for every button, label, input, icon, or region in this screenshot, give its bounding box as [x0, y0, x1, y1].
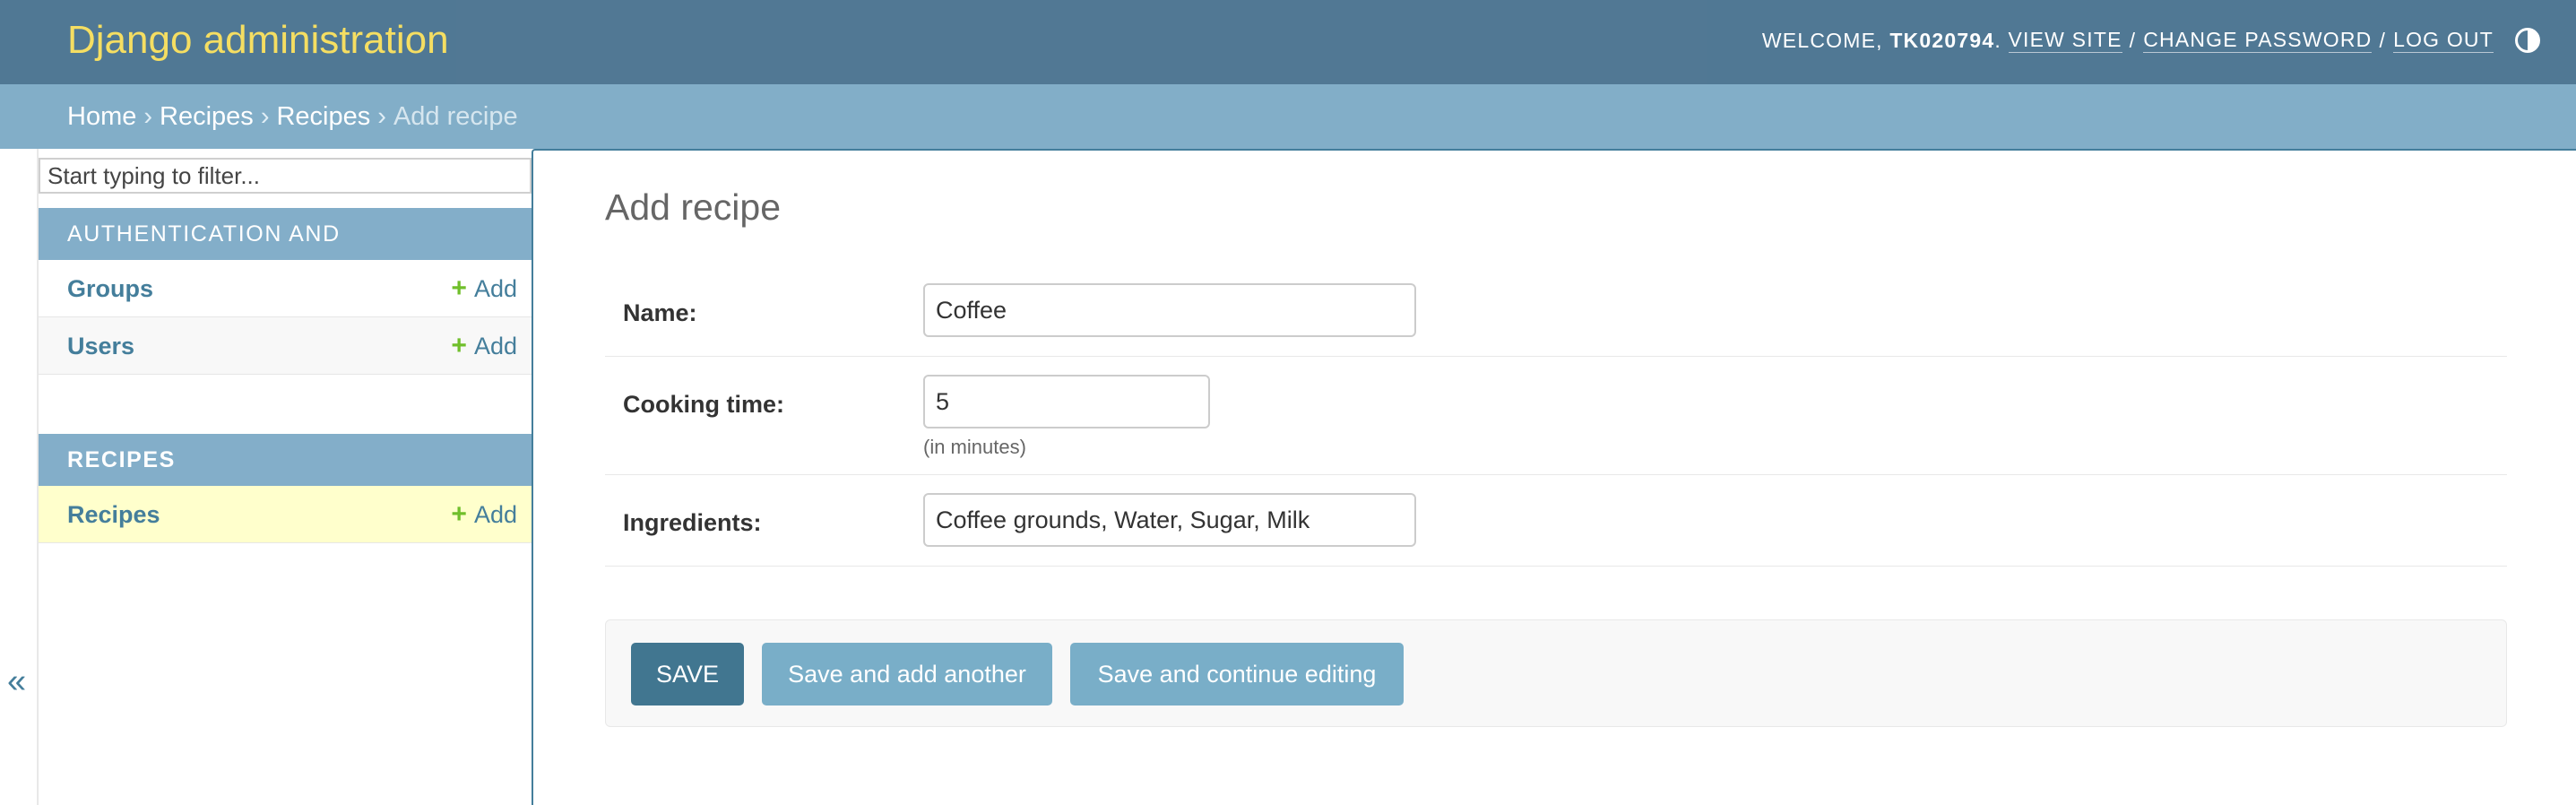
breadcrumb-model[interactable]: Recipes [276, 102, 370, 131]
add-groups-link[interactable]: + Add [451, 260, 517, 317]
header: Django administration WELCOME, TK020794.… [0, 0, 2576, 84]
separator: / [2129, 28, 2137, 52]
add-label: Add [473, 501, 517, 528]
add-label: Add [473, 333, 517, 359]
theme-toggle-icon[interactable] [2515, 28, 2540, 53]
form-row-name: Name: [605, 265, 2507, 357]
breadcrumb: Home › Recipes › Recipes › Add recipe [0, 84, 2576, 149]
plus-icon: + [451, 331, 467, 360]
sidebar-item-users: Users + Add [39, 317, 532, 375]
username: TK020794 [1889, 28, 1995, 52]
change-password-link[interactable]: CHANGE PASSWORD [2143, 28, 2373, 53]
log-out-link[interactable]: LOG OUT [2393, 28, 2494, 53]
sidebar-item-recipes: Recipes + Add [39, 486, 532, 543]
module-caption-label: RECIPES [67, 447, 176, 472]
form-row-cooking-time: Cooking time: (in minutes) [605, 357, 2507, 475]
add-label: Add [473, 275, 517, 302]
save-and-continue-editing-button[interactable]: Save and continue editing [1070, 643, 1404, 705]
view-site-link[interactable]: VIEW SITE [2008, 28, 2122, 53]
name-field[interactable] [923, 283, 1416, 337]
separator: / [2379, 28, 2387, 52]
sidebar-item-recipes-link[interactable]: Recipes [67, 486, 160, 543]
collapse-icon[interactable]: « [7, 664, 26, 698]
breadcrumb-separator: › [377, 102, 386, 131]
welcome-text: WELCOME, [1761, 28, 1883, 52]
ingredients-field[interactable] [923, 493, 1416, 547]
username-suffix: . [1994, 28, 2001, 52]
breadcrumb-home[interactable]: Home [67, 102, 136, 131]
sidebar-item-users-link[interactable]: Users [67, 317, 134, 375]
plus-icon: + [451, 273, 467, 303]
user-tools: WELCOME, TK020794. VIEW SITE / CHANGE PA… [1762, 28, 2494, 53]
breadcrumb-app[interactable]: Recipes [160, 102, 254, 131]
breadcrumb-separator: › [143, 102, 153, 131]
save-and-add-another-button[interactable]: Save and add another [762, 643, 1052, 705]
main-content: Add recipe Name: Cooking time: (in minut… [532, 149, 2576, 805]
nav-filter-input[interactable] [39, 158, 532, 194]
module-caption-recipes[interactable]: RECIPES [39, 434, 532, 486]
sidebar-item-groups-link[interactable]: Groups [67, 260, 153, 317]
breadcrumb-separator: › [260, 102, 270, 131]
breadcrumb-current: Add recipe [393, 102, 518, 131]
add-users-link[interactable]: + Add [451, 317, 517, 375]
sidebar-item-groups: Groups + Add [39, 260, 532, 317]
page-title: Add recipe [605, 186, 782, 228]
cooking-time-label: Cooking time: [623, 391, 784, 418]
ingredients-label: Ingredients: [623, 509, 762, 536]
module-caption-auth[interactable]: AUTHENTICATION AND AUTHORIZATION [39, 208, 532, 299]
site-title[interactable]: Django administration [67, 18, 449, 63]
save-button[interactable]: SAVE [631, 643, 744, 705]
cooking-time-help: (in minutes) [923, 436, 1026, 458]
form-row-ingredients: Ingredients: [605, 475, 2507, 567]
toggle-nav-sidebar[interactable]: « [0, 149, 38, 805]
submit-row: SAVE Save and add another Save and conti… [605, 619, 2507, 727]
sidebar: AUTHENTICATION AND AUTHORIZATION Groups … [38, 149, 532, 805]
name-label: Name: [623, 299, 697, 326]
plus-icon: + [451, 499, 467, 529]
add-recipes-link[interactable]: + Add [451, 486, 517, 543]
cooking-time-field[interactable] [923, 375, 1210, 428]
